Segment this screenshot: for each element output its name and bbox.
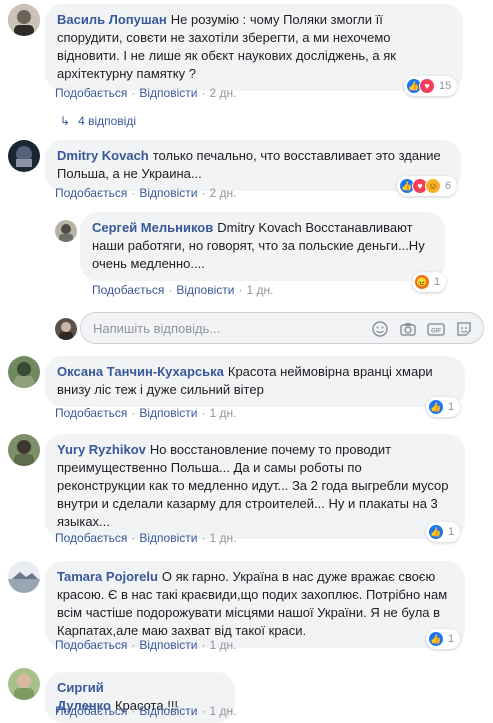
like-link[interactable]: Подобається (55, 86, 127, 100)
reply-input-placeholder: Напишіть відповідь... (93, 321, 221, 336)
comment-bubble: Yury Ryzhikov Но восстановление почему то… (45, 434, 465, 539)
reply-input[interactable]: Напишіть відповідь... GIF (80, 312, 484, 344)
camera-icon[interactable] (399, 320, 417, 338)
comment-actions: Подобається · Відповісти · 1 дн. (92, 283, 274, 297)
reaction-summary[interactable]: 😠 1 (412, 272, 447, 292)
like-link[interactable]: Подобається (55, 704, 127, 718)
reaction-summary[interactable]: 👍 ♥ 15 (404, 76, 458, 96)
comment-actions: Подобається · Відповісти · 1 дн. (55, 638, 237, 652)
like-link[interactable]: Подобається (92, 283, 164, 297)
smile-icon[interactable] (371, 320, 389, 338)
comment-author[interactable]: Сергей Мельников (92, 220, 213, 235)
sticker-icon[interactable] (455, 320, 473, 338)
comment-author[interactable]: Василь Лопушан (57, 12, 167, 27)
comment-actions: Подобається · Відповісти · 1 дн. (55, 406, 237, 420)
like-link[interactable]: Подобається (55, 531, 127, 545)
comment-bubble: Оксана Танчин-Кухарська Красота неймовірн… (45, 356, 465, 407)
love-icon: ♥ (419, 78, 435, 94)
reply-link[interactable]: Відповісти (139, 406, 197, 420)
comment-actions: Подобається · Відповісти · 2 дн. (55, 186, 237, 200)
avatar[interactable] (8, 561, 40, 593)
reaction-count: 6 (445, 180, 452, 192)
reaction-count: 15 (439, 80, 452, 92)
timestamp[interactable]: 1 дн. (209, 531, 236, 545)
svg-text:GIF: GIF (431, 329, 441, 335)
comment-actions: Подобається · Відповісти · 1 дн. (55, 531, 237, 545)
reply-bubble: Сергей Мельников Dmitry Kovach Восстанавл… (80, 212, 445, 281)
reply-link[interactable]: Відповісти (176, 283, 234, 297)
user-avatar (55, 318, 77, 340)
comment-bubble: Василь Лопушан Не розумію : чому Поляки з… (45, 4, 463, 91)
avatar[interactable] (8, 140, 40, 172)
reaction-count: 1 (434, 276, 441, 288)
reply-link[interactable]: Відповісти (139, 86, 197, 100)
comment-actions: Подобається · Відповісти · 1 дн. (55, 704, 237, 718)
reaction-count: 1 (448, 401, 455, 413)
reaction-summary[interactable]: 👍 1 (426, 397, 461, 417)
like-icon: 👍 (428, 399, 444, 415)
like-icon: 👍 (428, 524, 444, 540)
like-link[interactable]: Подобається (55, 638, 127, 652)
angry-icon: 😠 (414, 274, 430, 290)
haha-icon: ☺ (425, 178, 441, 194)
reaction-count: 1 (448, 633, 455, 645)
comment-bubble: Tamara Pojorelu О як гарно. Україна в нас… (45, 561, 465, 648)
reaction-summary[interactable]: 👍 1 (426, 629, 461, 649)
timestamp[interactable]: 2 дн. (209, 86, 236, 100)
avatar[interactable] (8, 356, 40, 388)
timestamp[interactable]: 2 дн. (209, 186, 236, 200)
comment-author[interactable]: Tamara Pojorelu (57, 569, 158, 584)
like-link[interactable]: Подобається (55, 186, 127, 200)
comment-actions: Подобається · Відповісти · 2 дн. (55, 86, 237, 100)
timestamp[interactable]: 1 дн. (246, 283, 273, 297)
avatar[interactable] (8, 668, 40, 700)
reaction-count: 1 (448, 526, 455, 538)
like-link[interactable]: Подобається (55, 406, 127, 420)
avatar[interactable] (8, 4, 40, 36)
gif-icon[interactable]: GIF (427, 320, 445, 338)
reaction-summary[interactable]: 👍 1 (426, 522, 461, 542)
avatar[interactable] (55, 220, 77, 242)
avatar[interactable] (8, 434, 40, 466)
reply-arrow-icon: ↳ (60, 114, 71, 128)
reply-link[interactable]: Відповісти (139, 186, 197, 200)
reaction-summary[interactable]: 👍 ♥ ☺ 6 (397, 176, 458, 196)
view-replies-link[interactable]: ↳ 4 відповіді (60, 114, 136, 128)
comment-author[interactable]: Yury Ryzhikov (57, 442, 146, 457)
timestamp[interactable]: 1 дн. (209, 406, 236, 420)
reply-link[interactable]: Відповісти (139, 704, 197, 718)
comment-author[interactable]: Dmitry Kovach (57, 148, 149, 163)
reply-link[interactable]: Відповісти (139, 531, 197, 545)
like-icon: 👍 (428, 631, 444, 647)
timestamp[interactable]: 1 дн. (209, 638, 236, 652)
timestamp[interactable]: 1 дн. (209, 704, 236, 718)
reply-link[interactable]: Відповісти (139, 638, 197, 652)
comment-author[interactable]: Оксана Танчин-Кухарська (57, 364, 224, 379)
